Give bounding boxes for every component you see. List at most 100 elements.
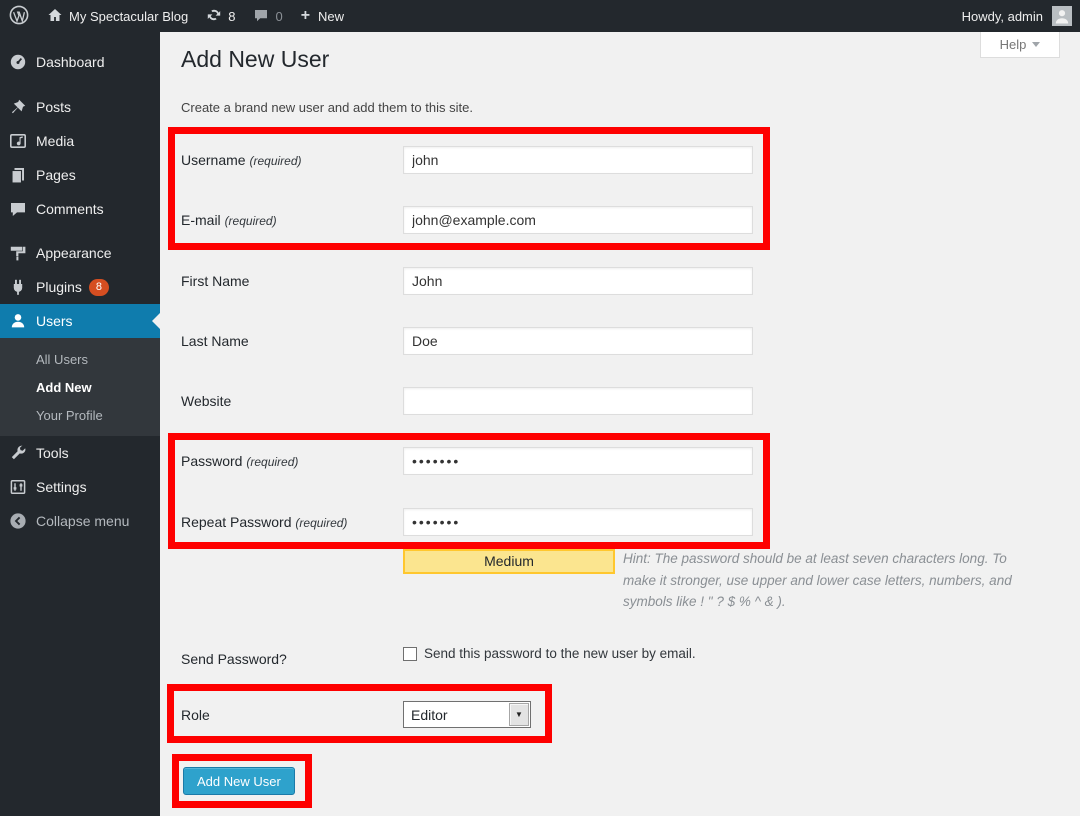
pages-icon: [8, 165, 28, 185]
last-name-input[interactable]: [403, 327, 753, 355]
admin-avatar[interactable]: [1052, 6, 1072, 26]
sidebar-item-label: Settings: [36, 479, 87, 495]
sidebar-item-media[interactable]: Media: [0, 124, 160, 158]
comments-link[interactable]: 0: [244, 0, 291, 32]
update-count: 8: [228, 9, 235, 24]
sidebar-item-pages[interactable]: Pages: [0, 158, 160, 192]
pushpin-icon: [8, 97, 28, 117]
wordpress-logo-menu[interactable]: [0, 0, 38, 32]
first-name-label: First Name: [181, 267, 403, 289]
sidebar-item-dashboard[interactable]: Dashboard: [0, 45, 160, 79]
sidebar-item-label: Plugins: [36, 279, 82, 295]
admin-bar: My Spectacular Blog 8 0 + New Howdy,: [0, 0, 1080, 32]
send-password-checkbox[interactable]: [403, 647, 417, 661]
howdy-text: Howdy, admin: [962, 9, 1043, 24]
send-password-label: Send Password?: [181, 645, 403, 667]
sidebar-item-label: Posts: [36, 99, 71, 115]
password-input[interactable]: [403, 447, 753, 475]
comment-count: 0: [275, 9, 282, 24]
required-note: (required): [295, 516, 347, 530]
sidebar-item-label: Collapse menu: [36, 513, 129, 529]
plugin-icon: [8, 277, 28, 297]
wrench-icon: [8, 443, 28, 463]
add-new-user-button[interactable]: Add New User: [183, 767, 295, 795]
form-row-role: Role: [181, 695, 1061, 723]
form-row-repeat-password: Repeat Password (required): [181, 508, 1061, 536]
wordpress-admin-page: My Spectacular Blog 8 0 + New Howdy,: [0, 0, 1080, 816]
new-label: New: [318, 9, 344, 24]
comments-icon: [8, 199, 28, 219]
sidebar-item-label: Media: [36, 133, 74, 149]
role-select-value: Editor: [404, 707, 509, 723]
sidebar-item-label: Tools: [36, 445, 69, 461]
email-input[interactable]: [403, 206, 753, 234]
help-button[interactable]: Help: [980, 32, 1060, 58]
password-label: Password (required): [181, 447, 403, 469]
page-title: Add New User: [181, 46, 329, 73]
main-content: Help Add New User Create a brand new use…: [160, 32, 1080, 816]
form-row-email: E-mail (required): [181, 206, 1061, 234]
paintbrush-icon: [8, 243, 28, 263]
menu-separator: [0, 226, 160, 236]
home-icon: [47, 7, 63, 26]
help-label: Help: [1000, 37, 1027, 52]
comment-bubble-icon: [253, 7, 269, 26]
media-icon: [8, 131, 28, 151]
email-label: E-mail (required): [181, 206, 403, 228]
sidebar-item-plugins[interactable]: Plugins 8: [0, 270, 160, 304]
settings-icon: [8, 477, 28, 497]
website-label: Website: [181, 387, 403, 409]
role-label: Role: [181, 695, 403, 723]
collapse-arrow-icon: [8, 511, 28, 531]
plugins-update-badge: 8: [89, 279, 109, 296]
sidebar-item-label: Dashboard: [36, 54, 105, 70]
sidebar-item-appearance[interactable]: Appearance: [0, 236, 160, 270]
form-row-password: Password (required): [181, 447, 1061, 475]
password-strength-meter: Medium: [403, 549, 615, 574]
collapse-menu-button[interactable]: Collapse menu: [0, 504, 160, 538]
wordpress-logo-icon: [9, 5, 29, 28]
sidebar-item-label: Comments: [36, 201, 104, 217]
website-input[interactable]: [403, 387, 753, 415]
dashboard-icon: [8, 52, 28, 72]
admin-sidebar: Dashboard Posts Media Pages Commen: [0, 32, 160, 816]
last-name-label: Last Name: [181, 327, 403, 349]
form-row-first-name: First Name: [181, 267, 1061, 295]
submenu-item-all-users[interactable]: All Users: [0, 346, 160, 374]
form-row-website: Website: [181, 387, 1061, 415]
sidebar-item-comments[interactable]: Comments: [0, 192, 160, 226]
sidebar-item-label: Pages: [36, 167, 76, 183]
repeat-password-input[interactable]: [403, 508, 753, 536]
form-row-send-password: Send Password? Send this password to the …: [181, 645, 1061, 667]
send-password-checkbox-text: Send this password to the new user by em…: [424, 645, 696, 661]
site-name: My Spectacular Blog: [69, 9, 188, 24]
sidebar-item-users[interactable]: Users: [0, 304, 160, 338]
chevron-down-icon: [1032, 42, 1040, 47]
updates-icon: [206, 7, 222, 26]
sidebar-item-label: Appearance: [36, 245, 112, 261]
sidebar-item-posts[interactable]: Posts: [0, 90, 160, 124]
sidebar-item-tools[interactable]: Tools: [0, 436, 160, 470]
dropdown-arrow-icon: ▼: [509, 703, 529, 726]
sidebar-item-label: Users: [36, 313, 73, 329]
repeat-password-label: Repeat Password (required): [181, 508, 403, 530]
first-name-input[interactable]: [403, 267, 753, 295]
menu-separator: [0, 79, 160, 90]
current-menu-arrow: [152, 313, 160, 329]
form-row-username: Username (required): [181, 146, 1061, 174]
sidebar-item-settings[interactable]: Settings: [0, 470, 160, 504]
form-row-last-name: Last Name: [181, 327, 1061, 355]
submenu-item-add-new[interactable]: Add New: [0, 374, 160, 402]
role-select[interactable]: Editor ▼: [403, 701, 531, 728]
submenu-item-your-profile[interactable]: Your Profile: [0, 402, 160, 430]
username-input[interactable]: [403, 146, 753, 174]
site-name-link[interactable]: My Spectacular Blog: [38, 0, 197, 32]
required-note: (required): [249, 154, 301, 168]
updates-link[interactable]: 8: [197, 0, 244, 32]
howdy-admin-menu[interactable]: Howdy, admin: [960, 0, 1045, 32]
required-note: (required): [246, 455, 298, 469]
users-icon: [8, 311, 28, 331]
new-content-menu[interactable]: + New: [292, 0, 353, 32]
plus-icon: +: [301, 7, 310, 25]
required-note: (required): [225, 214, 277, 228]
